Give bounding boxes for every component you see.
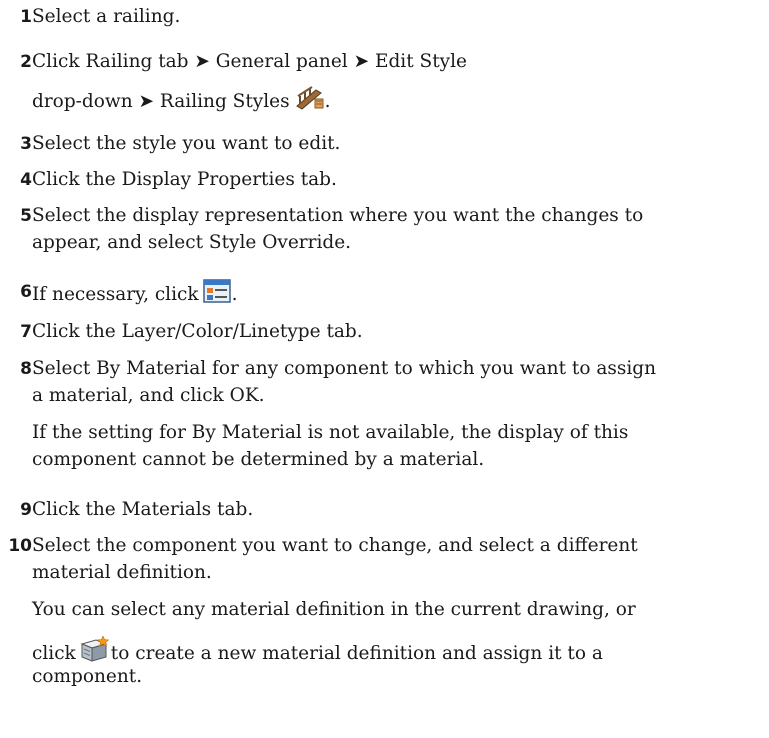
step-number: 4 xyxy=(20,170,32,190)
step-text: If necessary, click xyxy=(32,284,199,305)
step-text: Click the Display Properties tab. xyxy=(32,169,337,190)
step-text: Select By Material for any component to … xyxy=(32,358,657,379)
step-text: Select the component you want to change,… xyxy=(32,535,638,556)
step-text: Click Railing tab ➤ General panel ➤ Edit… xyxy=(32,51,467,72)
step-number: 7 xyxy=(20,322,32,342)
step-2-continuation: drop-down ➤ Railing Styles . xyxy=(32,86,331,118)
step-number: 3 xyxy=(20,134,32,154)
step-text-continued: drop-down ➤ Railing Styles xyxy=(32,91,290,112)
step-number: 6 xyxy=(20,282,32,302)
step-number: 1 xyxy=(20,7,32,27)
step-text: Select a railing. xyxy=(32,6,181,27)
step-number: 9 xyxy=(20,500,32,520)
step-number: 8 xyxy=(20,359,32,379)
step-text-period: . xyxy=(231,284,238,305)
step-text-period: . xyxy=(324,91,331,112)
step-8-note-line-1: If the setting for By Material is not av… xyxy=(32,422,629,443)
step-5-continuation: appear, and select Style Override. xyxy=(32,232,352,253)
step-8-note-line-2: component cannot be determined by a mate… xyxy=(32,449,485,470)
step-text: Click the Layer/Color/Linetype tab. xyxy=(32,321,363,342)
step-text: Select the style you want to edit. xyxy=(32,133,341,154)
step-text: Click the Materials tab. xyxy=(32,499,254,520)
instruction-page: 1 Select a railing. 2 Click Railing tab … xyxy=(0,0,769,738)
step-text: Select the display representation where … xyxy=(32,205,644,226)
step-number: 2 xyxy=(20,52,32,72)
step-10-note-line-3: component. xyxy=(32,666,143,687)
note-text: to create a new material definition and … xyxy=(110,643,603,664)
display-properties-icon xyxy=(202,279,231,311)
step-10-note-line-1: You can select any material definition i… xyxy=(32,599,636,620)
step-8-continuation: a material, and click OK. xyxy=(32,385,265,406)
railing-styles-icon xyxy=(294,86,324,118)
step-number: 5 xyxy=(20,206,32,226)
step-10-continuation: material definition. xyxy=(32,562,212,583)
step-number: 10 xyxy=(8,536,32,556)
note-text: click xyxy=(32,643,76,664)
